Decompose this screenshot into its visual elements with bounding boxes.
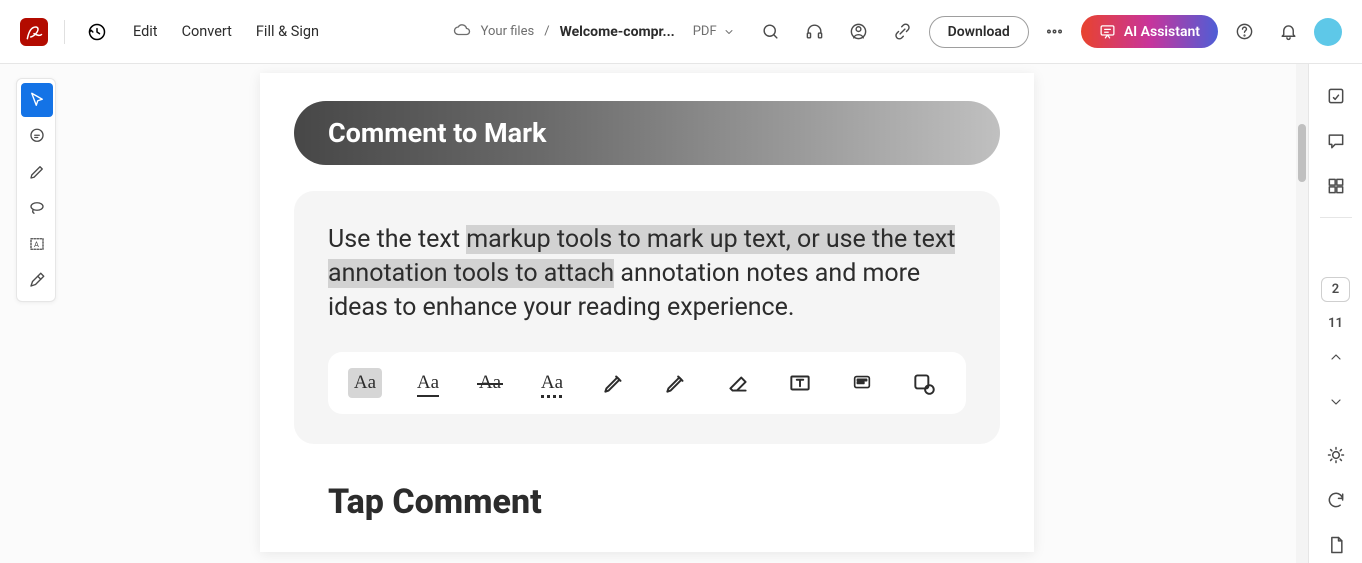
- page: Comment to Mark Use the text markup tool…: [260, 73, 1034, 552]
- left-toolbar: A: [16, 78, 56, 302]
- ai-assistant-label: AI Assistant: [1124, 24, 1200, 40]
- markup-toolbar: Aa Aa Aa Aa: [328, 352, 966, 414]
- breadcrumb-sep: /: [544, 24, 549, 39]
- section-pill: Comment to Mark: [294, 101, 1000, 165]
- pen-tool-icon[interactable]: [21, 263, 53, 297]
- menu-fill-sign[interactable]: Fill & Sign: [256, 23, 319, 40]
- more-icon[interactable]: [1037, 14, 1073, 50]
- top-bar: Edit Convert Fill & Sign Your files / We…: [0, 0, 1362, 64]
- breadcrumb-current: Welcome-compr...: [560, 24, 675, 40]
- squiggly-text-icon[interactable]: Aa: [536, 367, 568, 399]
- breadcrumb-root[interactable]: Your files: [481, 24, 535, 39]
- stamp-icon[interactable]: [908, 367, 940, 399]
- ai-assistant-button[interactable]: AI Assistant: [1081, 15, 1218, 48]
- panel-edit-icon[interactable]: [1317, 78, 1355, 115]
- menu-convert[interactable]: Convert: [182, 23, 232, 40]
- text-select-tool-icon[interactable]: A: [21, 227, 53, 261]
- cloud-icon: [453, 21, 471, 43]
- search-icon[interactable]: [753, 14, 789, 50]
- panel-thumbnails-icon[interactable]: [1317, 168, 1355, 205]
- history-icon[interactable]: [81, 16, 113, 48]
- bell-icon[interactable]: [1270, 14, 1306, 50]
- rotate-icon[interactable]: [1317, 481, 1355, 518]
- avatar[interactable]: [1314, 18, 1342, 46]
- strikethrough-text-icon[interactable]: Aa: [474, 367, 506, 399]
- eraser-icon[interactable]: [722, 367, 754, 399]
- lasso-tool-icon[interactable]: [21, 191, 53, 225]
- page-total: 11: [1328, 316, 1343, 331]
- chat-ai-icon: [1099, 23, 1116, 40]
- underline-text-icon[interactable]: Aa: [412, 367, 444, 399]
- scrollbar[interactable]: [1296, 64, 1308, 563]
- highlighter-icon[interactable]: [598, 367, 630, 399]
- chevron-down-icon: [723, 26, 735, 38]
- panel-comment-icon[interactable]: [1317, 123, 1355, 160]
- divider: [1320, 217, 1352, 218]
- divider: [64, 20, 65, 44]
- page-current[interactable]: 2: [1321, 277, 1350, 302]
- highlight-text-icon[interactable]: Aa: [348, 368, 382, 398]
- textbox-icon[interactable]: [784, 367, 816, 399]
- note-icon[interactable]: [846, 367, 878, 399]
- heading-tap-comment: Tap Comment: [328, 482, 1000, 552]
- filetype-dropdown[interactable]: PDF: [693, 24, 735, 39]
- page-down-icon[interactable]: [1317, 383, 1355, 420]
- comment-tool-icon[interactable]: [21, 119, 53, 153]
- page-doc-icon[interactable]: [1317, 526, 1355, 563]
- main-menu: Edit Convert Fill & Sign: [133, 23, 319, 40]
- right-sidebar: 2 11: [1308, 64, 1362, 563]
- brightness-icon[interactable]: [1317, 436, 1355, 473]
- help-icon[interactable]: [1226, 14, 1262, 50]
- marker-outline-icon[interactable]: [660, 367, 692, 399]
- body-pre: Use the text: [328, 225, 466, 254]
- download-button[interactable]: Download: [929, 16, 1029, 48]
- select-tool-icon[interactable]: [21, 83, 53, 117]
- topbar-icons: [753, 14, 921, 50]
- app-logo-icon[interactable]: [20, 18, 48, 46]
- headphones-icon[interactable]: [797, 14, 833, 50]
- svg-text:A: A: [34, 240, 39, 249]
- link-icon[interactable]: [885, 14, 921, 50]
- menu-edit[interactable]: Edit: [133, 23, 158, 40]
- pill-heading: Comment to Mark: [328, 117, 546, 149]
- body-text: Use the text markup tools to mark up tex…: [328, 223, 966, 324]
- filetype-label: PDF: [693, 24, 717, 39]
- help-person-icon[interactable]: [841, 14, 877, 50]
- document-canvas: Comment to Mark Use the text markup tool…: [0, 64, 1308, 563]
- content-card: Use the text markup tools to mark up tex…: [294, 191, 1000, 444]
- scrollbar-thumb[interactable]: [1298, 124, 1306, 182]
- page-up-icon[interactable]: [1317, 339, 1355, 376]
- breadcrumb: Your files / Welcome-compr...: [453, 21, 675, 43]
- pencil-tool-icon[interactable]: [21, 155, 53, 189]
